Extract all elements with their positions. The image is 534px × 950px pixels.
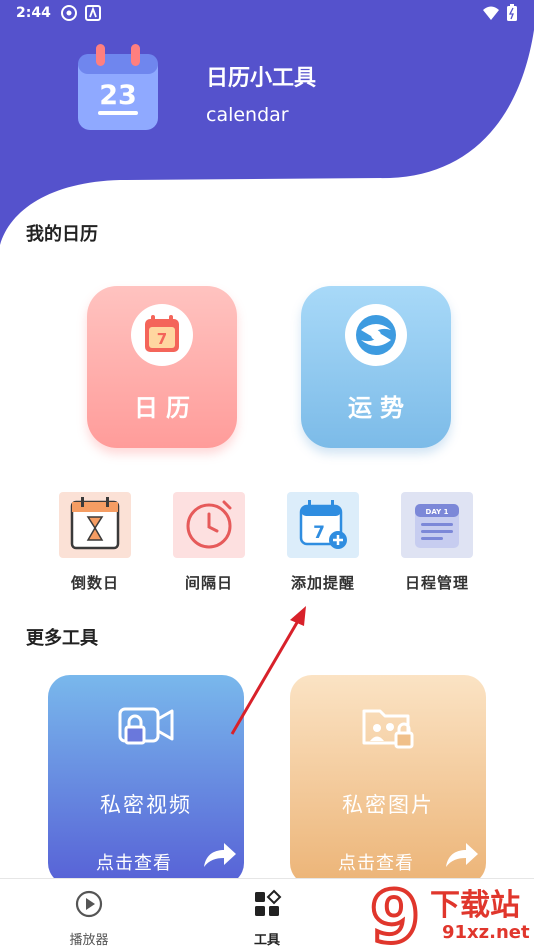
private-video-title: 私密视频 (100, 793, 192, 817)
clock-icon (173, 492, 245, 558)
watermark-name: 下载站 (430, 888, 520, 923)
fortune-card[interactable]: 运势 (301, 286, 451, 448)
share-arrow-icon (446, 843, 478, 867)
battery-icon (507, 4, 517, 21)
watermark-domain: 91xz.net (442, 922, 530, 943)
hourglass-calendar-icon (59, 492, 131, 558)
app-icon-date: 23 (99, 80, 137, 111)
tool-countdown[interactable]: 倒数日 (47, 492, 143, 593)
private-video-card[interactable]: 私密视频 点击查看 (48, 675, 244, 885)
play-icon (75, 890, 103, 918)
my-calendar-section-title: 我的日历 (26, 224, 98, 245)
svg-text:9: 9 (370, 878, 420, 950)
app-calendar-icon: 23 (78, 44, 158, 130)
locked-video-icon (118, 707, 174, 745)
calendar-card-label: 日历 (134, 394, 198, 422)
tool-schedule[interactable]: DAY 1 日程管理 (389, 492, 485, 593)
watermark-logo: 9 下载站 91xz.net (366, 873, 534, 950)
app-title: 日历小工具 (206, 66, 317, 91)
schedule-icon: DAY 1 (401, 492, 473, 558)
calendar-card[interactable]: 7 日历 (87, 286, 237, 448)
tool-add-reminder[interactable]: 7 添加提醒 (275, 492, 371, 593)
add-reminder-icon: 7 (287, 492, 359, 558)
share-arrow-icon (204, 843, 236, 867)
app-status-icon (85, 5, 101, 21)
nav-player-label: 播放器 (69, 933, 109, 948)
settings-status-icon (61, 5, 77, 21)
tool-add-reminder-label: 添加提醒 (290, 574, 355, 592)
status-time: 2:44 (16, 5, 51, 21)
add-reminder-icon-day: 7 (313, 523, 325, 543)
private-photo-title: 私密图片 (342, 793, 434, 817)
tool-interval-label: 间隔日 (184, 574, 233, 592)
watermark-9-logo: 9 (368, 873, 422, 950)
nav-player[interactable]: 播放器 (49, 889, 129, 948)
tool-schedule-label: 日程管理 (404, 574, 469, 592)
tool-countdown-label: 倒数日 (70, 574, 119, 592)
nav-tools-label: 工具 (253, 933, 280, 948)
private-photo-view-link[interactable]: 点击查看 (338, 849, 414, 875)
schedule-icon-text: DAY 1 (426, 508, 449, 516)
tools-grid-icon (255, 889, 282, 916)
tool-interval[interactable]: 间隔日 (161, 492, 257, 593)
annotation-arrow (230, 606, 306, 735)
private-video-view-link[interactable]: 点击查看 (96, 849, 172, 875)
fortune-card-label: 运势 (348, 394, 412, 422)
nav-tools[interactable]: 工具 (227, 889, 307, 948)
app-subtitle: calendar (206, 104, 289, 126)
more-tools-section-title: 更多工具 (26, 628, 98, 649)
locked-photo-icon (362, 709, 414, 749)
calendar-card-icon-day: 7 (157, 330, 167, 348)
fortune-icon (345, 304, 407, 366)
calendar-icon: 7 (131, 304, 193, 366)
wifi-icon (483, 6, 499, 20)
status-bar: 2:44 (0, 0, 534, 28)
